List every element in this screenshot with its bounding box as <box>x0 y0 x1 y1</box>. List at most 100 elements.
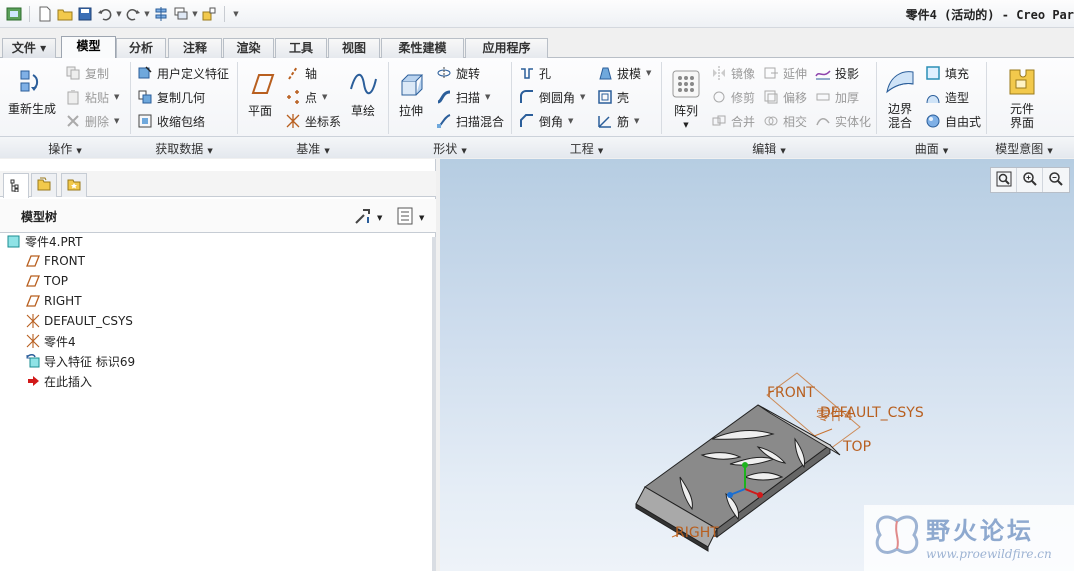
draft-dropdown-icon[interactable]: ▼ <box>646 69 651 77</box>
tree-show[interactable]: ▼ <box>396 207 424 228</box>
trim-button[interactable]: 修剪 <box>710 88 755 106</box>
revolve-icon <box>435 64 453 82</box>
swept-blend-button[interactable]: 扫描混合 <box>435 112 504 130</box>
tree-settings[interactable]: ▼ <box>354 207 382 228</box>
default-csys-label[interactable]: DEFAULT_CSYS <box>820 405 924 421</box>
project-button[interactable]: 投影 <box>814 64 859 82</box>
regenerate-icon[interactable] <box>151 4 171 24</box>
tree-item-part[interactable]: 零件4.PRT <box>6 231 82 251</box>
tree-item-front[interactable]: FRONT <box>25 251 85 271</box>
udf-button[interactable]: 用户定义特征 <box>136 64 229 82</box>
offset-icon <box>762 88 780 106</box>
group-editing[interactable]: 编辑 ▼ <box>662 140 876 157</box>
undo-dropdown-icon[interactable]: ▼ <box>115 4 123 24</box>
tree-item-default-csys[interactable]: DEFAULT_CSYS <box>25 311 133 331</box>
tab-file[interactable]: 文件 ▾ <box>2 38 56 58</box>
tab-model[interactable]: 模型 <box>61 36 116 59</box>
round-button[interactable]: 倒圆角 ▼ <box>518 88 585 106</box>
pattern-dropdown-icon[interactable]: ▼ <box>683 118 688 132</box>
draft-button[interactable]: 拔模 ▼ <box>596 64 651 82</box>
paste-dropdown-icon[interactable]: ▼ <box>114 93 119 101</box>
csys-button[interactable]: 坐标系 <box>284 112 341 130</box>
windows-icon[interactable] <box>171 4 191 24</box>
tree-item-top[interactable]: TOP <box>25 271 68 291</box>
thicken-button[interactable]: 加厚 <box>814 88 859 106</box>
app-icon[interactable] <box>4 4 24 24</box>
group-datum[interactable]: 基准 ▼ <box>238 140 388 157</box>
copy-geometry-button[interactable]: 复制几何 <box>136 88 205 106</box>
part-icon <box>6 233 22 249</box>
tab-applications[interactable]: 应用程序 <box>465 38 548 58</box>
sketch-button[interactable]: 草绘 <box>345 66 381 118</box>
extend-button[interactable]: 延伸 <box>762 64 807 82</box>
chamfer-dropdown-icon[interactable]: ▼ <box>568 117 573 125</box>
tree-item-csys-part[interactable]: 零件4 <box>25 331 76 351</box>
front-plane-label[interactable]: FRONT <box>767 385 815 401</box>
top-plane-label[interactable]: TOP <box>843 439 871 455</box>
round-dropdown-icon[interactable]: ▼ <box>580 93 585 101</box>
group-separator <box>661 62 662 134</box>
open-icon[interactable] <box>55 4 75 24</box>
style-button[interactable]: 造型 <box>924 88 969 106</box>
undo-icon[interactable] <box>95 4 115 24</box>
regenerate-button[interactable]: 重新生成 <box>6 64 58 116</box>
customize-icon[interactable]: ▼ <box>230 4 242 24</box>
tree-item-insert-here[interactable]: 在此插入 <box>25 371 92 391</box>
panel-splitter[interactable] <box>432 237 436 571</box>
tree-item-import-feature[interactable]: 导入特征 标识69 <box>25 351 135 371</box>
group-operations[interactable]: 操作 ▼ <box>0 140 130 157</box>
rib-dropdown-icon[interactable]: ▼ <box>634 117 639 125</box>
group-engineering[interactable]: 工程 ▼ <box>512 140 661 157</box>
group-surfaces[interactable]: 曲面 ▼ <box>877 140 986 157</box>
freestyle-button[interactable]: 自由式 <box>924 112 981 130</box>
rib-button[interactable]: 筋 ▼ <box>596 112 639 130</box>
solidify-button[interactable]: 实体化 <box>814 112 871 130</box>
group-get-data[interactable]: 获取数据 ▼ <box>131 140 237 157</box>
csys-icon <box>25 333 41 349</box>
tab-analysis[interactable]: 分析 <box>116 38 166 58</box>
offset-button[interactable]: 偏移 <box>762 88 807 106</box>
tab-folder-browser[interactable] <box>31 173 57 197</box>
point-dropdown-icon[interactable]: ▼ <box>322 93 327 101</box>
copy-button[interactable]: 复制 <box>64 64 109 82</box>
axis-button[interactable]: 轴 <box>284 64 317 82</box>
save-icon[interactable] <box>75 4 95 24</box>
sweep-button[interactable]: 扫描 ▼ <box>435 88 490 106</box>
component-interface-button[interactable]: 元件 界面 <box>1002 64 1042 130</box>
hole-button[interactable]: 孔 <box>518 64 551 82</box>
group-shapes[interactable]: 形状 ▼ <box>389 140 511 157</box>
windows-dropdown-icon[interactable]: ▼ <box>191 4 199 24</box>
delete-button[interactable]: 删除 ▼ <box>64 112 119 130</box>
mirror-button[interactable]: 镜像 <box>710 64 755 82</box>
tab-favorites[interactable] <box>61 173 87 197</box>
pattern-button[interactable]: 阵列 ▼ <box>668 66 704 132</box>
tab-model-tree[interactable] <box>3 173 29 198</box>
tab-annotate[interactable]: 注释 <box>168 38 222 58</box>
tab-tools[interactable]: 工具 <box>275 38 327 58</box>
shell-button[interactable]: 壳 <box>596 88 629 106</box>
group-model-intent[interactable]: 模型意图 ▼ <box>987 140 1061 157</box>
paste-button[interactable]: 粘贴 ▼ <box>64 88 119 106</box>
merge-button[interactable]: 合并 <box>710 112 755 130</box>
intersect-button[interactable]: 相交 <box>762 112 807 130</box>
plane-button[interactable]: 平面 <box>242 66 278 118</box>
graphics-window[interactable]: FRONT 零件4 DEFAULT_CSYS TOP RIGHT 野火论坛 ww… <box>440 159 1074 571</box>
tab-render[interactable]: 渲染 <box>223 38 274 58</box>
sweep-dropdown-icon[interactable]: ▼ <box>485 93 490 101</box>
fill-button[interactable]: 填充 <box>924 64 969 82</box>
right-plane-label[interactable]: RIGHT <box>675 525 719 541</box>
extrude-button[interactable]: 拉伸 <box>393 66 429 118</box>
redo-dropdown-icon[interactable]: ▼ <box>143 4 151 24</box>
boundary-blend-button[interactable]: 边界 混合 <box>880 64 920 130</box>
shrinkwrap-button[interactable]: 收缩包络 <box>136 112 205 130</box>
close-window-icon[interactable] <box>199 4 219 24</box>
chamfer-button[interactable]: 倒角 ▼ <box>518 112 573 130</box>
tab-view[interactable]: 视图 <box>328 38 380 58</box>
tree-item-right[interactable]: RIGHT <box>25 291 82 311</box>
tab-flexible-modeling[interactable]: 柔性建模 <box>381 38 464 58</box>
point-button[interactable]: 点 ▼ <box>284 88 327 106</box>
new-icon[interactable] <box>35 4 55 24</box>
redo-icon[interactable] <box>123 4 143 24</box>
delete-dropdown-icon[interactable]: ▼ <box>114 117 119 125</box>
revolve-button[interactable]: 旋转 <box>435 64 480 82</box>
